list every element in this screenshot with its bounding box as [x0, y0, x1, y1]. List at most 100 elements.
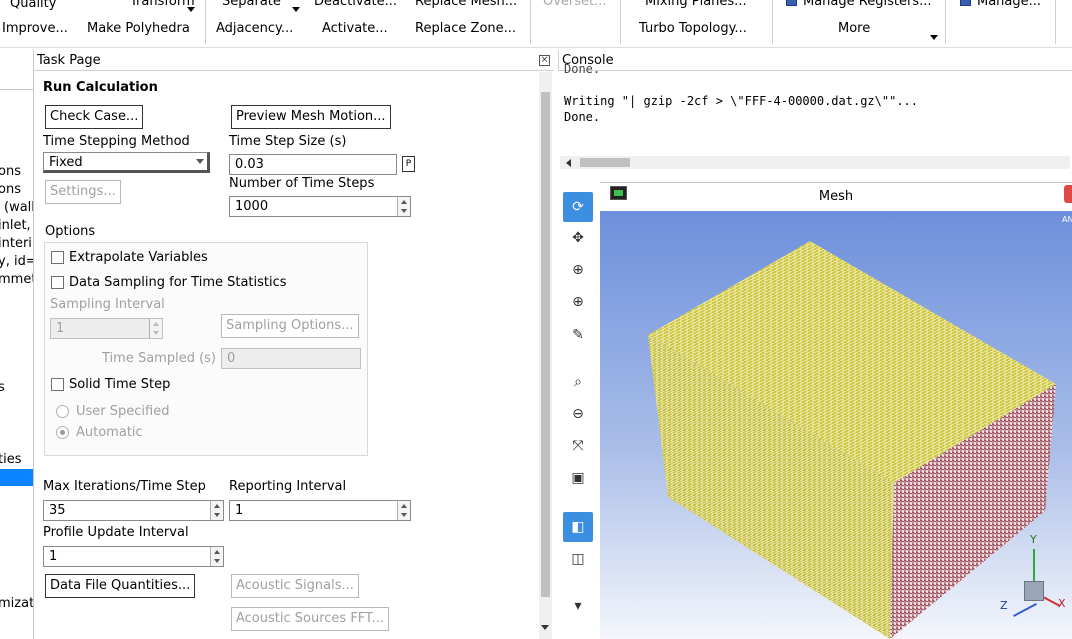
zoom-box-icon[interactable]: ⊕	[563, 255, 593, 285]
chevron-down-icon	[196, 159, 204, 164]
console-panel: Console Done. Writing "| gzip -2cf > \"F…	[558, 50, 1072, 174]
cube-view-icon[interactable]: ◧	[563, 512, 593, 542]
window-close-icon[interactable]	[1064, 185, 1072, 203]
fit-icon[interactable]: ⌕	[563, 367, 593, 397]
time-stepping-label: Time Stepping Method	[43, 134, 190, 149]
ribbon-quality[interactable]: Quality	[10, 0, 56, 11]
task-page-title: Task Page	[37, 53, 101, 68]
tree-selected-item[interactable]	[0, 469, 33, 486]
zoom-in-icon[interactable]: ⊕	[563, 287, 593, 317]
task-page-scroll-thumb[interactable]	[541, 92, 550, 597]
more-dropdown-icon[interactable]	[930, 35, 938, 40]
scroll-down-icon[interactable]	[541, 625, 549, 630]
ribbon-adjacency[interactable]: Adjacency...	[216, 21, 293, 36]
console-scroll-thumb[interactable]	[580, 158, 630, 167]
ribbon-activate[interactable]: Activate...	[322, 21, 388, 36]
num-steps-label: Number of Time Steps	[229, 176, 375, 191]
task-page-scrollbar[interactable]	[539, 72, 552, 639]
data-file-quantities-button[interactable]: Data File Quantities...	[45, 574, 196, 598]
preview-mesh-motion-button[interactable]: Preview Mesh Motion...	[231, 105, 391, 129]
tree-item[interactable]: ties	[0, 452, 21, 467]
close-icon[interactable]: ×	[539, 55, 550, 66]
ribbon-overset[interactable]: Overset...	[543, 0, 607, 9]
sampling-interval-stepper[interactable]	[149, 319, 162, 338]
ribbon-toolbar: Quality Transform Separate Deactivate...…	[0, 0, 1072, 48]
axes-triad: Y X Z	[998, 533, 1068, 633]
ribbon-replace-mesh[interactable]: Replace Mesh...	[415, 0, 517, 9]
outline-tree: ons ons (wall inlet, interi y, id= mmet …	[0, 50, 34, 639]
ribbon-mixing-planes[interactable]: Mixing Planes...	[645, 0, 747, 9]
user-specified-label: User Specified	[76, 404, 170, 419]
num-steps-input[interactable]: 1000	[229, 196, 411, 217]
solid-time-step-checkbox[interactable]	[51, 378, 64, 391]
tree-item[interactable]: interi	[0, 236, 32, 251]
automatic-label: Automatic	[76, 425, 143, 440]
page-heading: Run Calculation	[43, 80, 158, 95]
ribbon-manage[interactable]: Manage...	[960, 0, 1041, 9]
axes-icon[interactable]: ⤧	[563, 431, 593, 461]
separate-dropdown-icon[interactable]	[292, 7, 300, 12]
tree-item[interactable]: inlet,	[0, 218, 31, 233]
ribbon-improve[interactable]: Improve...	[2, 21, 68, 36]
ribbon-replace-zone[interactable]: Replace Zone...	[415, 21, 516, 36]
data-sampling-checkbox[interactable]	[51, 276, 64, 289]
task-page-header	[34, 50, 554, 71]
sampling-interval-input[interactable]: 1	[50, 318, 163, 339]
time-sampled-label: Time Sampled (s)	[102, 351, 216, 366]
transform-dropdown-icon[interactable]	[187, 7, 195, 12]
tree-item[interactable]: ons	[0, 164, 21, 179]
console-line: Done.	[564, 62, 601, 76]
ribbon-deactivate[interactable]: Deactivate...	[314, 0, 397, 9]
rotate-icon[interactable]: ⟳	[563, 192, 593, 222]
check-case-button[interactable]: Check Case...	[45, 105, 144, 129]
automatic-radio[interactable]	[56, 426, 69, 439]
registers-icon	[786, 0, 797, 6]
reporting-interval-input[interactable]: 1	[229, 500, 411, 521]
ribbon-manage-registers[interactable]: Manage Registers...	[786, 0, 931, 9]
tree-item[interactable]: y, id=	[0, 254, 33, 269]
graphics-viewport[interactable]: AN Y X Z	[600, 211, 1072, 639]
probe-icon[interactable]: ✎	[563, 320, 593, 350]
pan-icon[interactable]: ✥	[563, 223, 593, 253]
parameter-icon[interactable]: P	[402, 156, 415, 172]
time-step-size-label: Time Step Size (s)	[229, 134, 347, 149]
profile-update-stepper[interactable]	[210, 547, 223, 566]
user-specified-radio[interactable]	[56, 405, 69, 418]
graphics-window-title: Mesh	[818, 189, 854, 204]
tree-item[interactable]: mmet	[0, 272, 33, 287]
ribbon-more[interactable]: More	[838, 21, 870, 36]
scroll-left-icon[interactable]	[566, 159, 571, 167]
reporting-interval-label: Reporting Interval	[229, 479, 347, 494]
acoustic-signals-button[interactable]: Acoustic Signals...	[231, 574, 359, 598]
options-label: Options	[45, 224, 96, 239]
console-line: Writing "| gzip -2cf > \"FFF-4-00000.dat…	[564, 94, 919, 108]
num-steps-stepper[interactable]	[397, 197, 410, 216]
ribbon-make-polyhedra[interactable]: Make Polyhedra	[87, 21, 190, 36]
acoustic-sources-fft-button[interactable]: Acoustic Sources FFT...	[231, 607, 389, 631]
cube-outline-icon[interactable]: ◫	[563, 544, 593, 574]
more-tools-icon[interactable]: ▾	[563, 591, 593, 621]
max-iterations-label: Max Iterations/Time Step	[43, 479, 206, 494]
ribbon-transform[interactable]: Transform	[130, 0, 195, 9]
tree-item[interactable]: ons	[0, 182, 21, 197]
tree-item[interactable]: s	[0, 380, 5, 395]
tree-item[interactable]: (wall	[4, 200, 33, 215]
time-step-size-input[interactable]: 0.03	[229, 154, 397, 175]
zoom-out-icon[interactable]: ⊖	[563, 399, 593, 429]
axis-x-label: X	[1058, 597, 1066, 610]
ribbon-separate[interactable]: Separate	[222, 0, 281, 9]
extrapolate-checkbox[interactable]	[51, 251, 64, 264]
camera-icon[interactable]: ▣	[563, 463, 593, 493]
max-iterations-stepper[interactable]	[210, 501, 223, 520]
sampling-options-button[interactable]: Sampling Options...	[221, 314, 359, 338]
ribbon-turbo-topology[interactable]: Turbo Topology...	[639, 21, 747, 36]
sampling-interval-label: Sampling Interval	[50, 297, 165, 312]
profile-update-input[interactable]: 1	[43, 546, 224, 567]
time-stepping-value: Fixed	[49, 155, 83, 170]
time-stepping-select[interactable]: Fixed	[43, 152, 210, 173]
settings-button[interactable]: Settings...	[45, 180, 121, 204]
console-hscrollbar[interactable]	[560, 156, 1070, 169]
tree-item[interactable]: mizat	[0, 596, 33, 611]
reporting-interval-stepper[interactable]	[397, 501, 410, 520]
max-iterations-input[interactable]: 35	[43, 500, 224, 521]
